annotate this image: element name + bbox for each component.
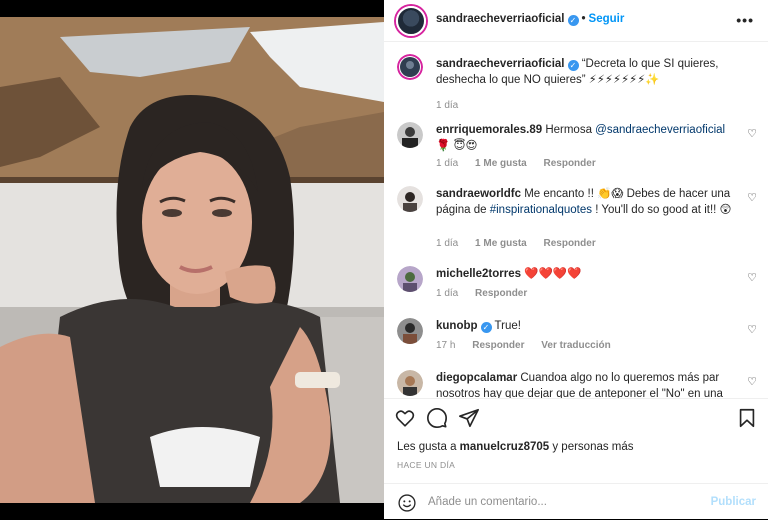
likes-prefix: Les gusta a [397,441,460,453]
comment-emoji: 🌹 😇😍 [436,140,478,152]
comments-list[interactable]: sandraecheverriaoficial ✓ “Decreta lo que… [384,42,768,398]
comment-meta: 1 día 1 Me gusta Responder [436,158,610,169]
post-timestamp[interactable]: HACE UN DÍA [397,460,455,470]
caption-username[interactable]: sandraecheverriaoficial [436,58,565,70]
post-header: sandraecheverriaoficial ✓ • Seguir ••• [384,0,768,42]
comment-time[interactable]: 1 día [436,158,458,169]
comment-like-heart-icon[interactable]: ♡ [746,324,758,336]
comment-input[interactable]: Añade un comentario... [428,496,547,508]
separator-dot: • [581,13,586,25]
comment-text: Hermosa [545,124,596,136]
likes-suffix: y personas más [549,441,634,453]
comment-username[interactable]: michelle2torres [436,268,521,280]
save-bookmark-icon[interactable] [736,407,758,429]
add-comment-bar: Añade un comentario... Publicar [384,483,768,520]
comment-avatar-image [397,266,423,292]
share-direct-icon[interactable] [458,407,480,429]
comment-username[interactable]: enrriquemorales.89 [436,124,542,136]
author-avatar[interactable] [396,6,426,36]
comment-like-heart-icon[interactable]: ♡ [746,272,758,284]
comment-text-end: ! You'll do so good at it!! 😲 [592,204,732,216]
comment-username[interactable]: sandraeworldfc [436,188,521,200]
comment-like-heart-icon[interactable]: ♡ [746,192,758,204]
comment-username[interactable]: kunobp [436,320,478,332]
comment-time[interactable]: 1 día [436,238,458,249]
comment-avatar-image [397,318,423,344]
comment-meta: 1 día Responder [436,288,541,299]
comment-like-heart-icon[interactable]: ♡ [746,376,758,388]
caption-body: sandraecheverriaoficial ✓ “Decreta lo que… [436,56,736,88]
likes-summary[interactable]: Les gusta a manuelcruz8705 y personas má… [397,441,634,453]
verified-badge-icon: ✓ [567,15,579,26]
caption-avatar-image [397,54,423,80]
comment-hearts: ❤️❤️❤️❤️ [524,268,582,280]
comment-avatar[interactable] [397,266,423,292]
comment-time[interactable]: 17 h [436,340,455,351]
comment-mention-link[interactable]: @sandraecheverriaoficial [595,124,725,136]
follow-button[interactable]: Seguir [589,13,625,25]
comment-likes-count[interactable]: 1 Me gusta [475,238,527,249]
post-side-panel: sandraecheverriaoficial ✓ • Seguir ••• sand… [384,0,768,519]
comment-body: diegopcalamar Cuandoa algo no lo queremo… [436,370,736,398]
comment-body: kunobp ✓ True! [436,318,736,334]
comment-hashtag-link[interactable]: #inspirationalquotes [490,204,592,216]
emoji-picker-icon[interactable] [397,493,417,513]
comment-likes-count[interactable]: 1 Me gusta [475,158,527,169]
caption-meta: 1 día [436,100,472,111]
comment-avatar[interactable] [397,186,423,212]
comment-body: sandraeworldfc Me encanto !! 👏😱 Debes de… [436,186,736,218]
header-user-line: sandraecheverriaoficial ✓ • Seguir [436,13,624,26]
comment-reply-button[interactable]: Responder [544,158,596,169]
publish-button[interactable]: Publicar [711,496,756,508]
comment-verified-icon: ✓ [480,322,492,333]
comment-avatar-image [397,370,423,396]
likes-user-link[interactable]: manuelcruz8705 [460,441,550,453]
comment-time[interactable]: 1 día [436,288,458,299]
comment-avatar-image [397,122,423,148]
comment-meta: 1 día 1 Me gusta Responder [436,238,610,249]
comment-username[interactable]: diegopcalamar [436,372,517,384]
comment-bubble-icon[interactable] [426,407,448,429]
comment-avatar-image [397,186,423,212]
comment-reply-button[interactable]: Responder [475,288,527,299]
post-photo[interactable] [0,17,384,503]
comment-avatar[interactable] [397,370,423,396]
comment-meta: 17 h Responder Ver traducción [436,340,625,351]
caption-time[interactable]: 1 día [436,100,458,111]
post-modal: sandraecheverriaoficial ✓ • Seguir ••• sand… [0,0,768,519]
post-actions: Les gusta a manuelcruz8705 y personas má… [384,398,768,520]
more-options-icon[interactable]: ••• [736,12,754,28]
photo-illustration [0,17,384,503]
author-username[interactable]: sandraecheverriaoficial [436,13,565,25]
comment-body: enrriquemorales.89 Hermosa @sandraecheve… [436,122,736,154]
comment-avatar[interactable] [397,318,423,344]
caption-avatar[interactable] [397,54,423,80]
comment-reply-button[interactable]: Responder [472,340,524,351]
comment-translate-button[interactable]: Ver traducción [541,340,610,351]
comment-like-heart-icon[interactable]: ♡ [746,128,758,140]
comment-avatar[interactable] [397,122,423,148]
like-heart-icon[interactable] [394,407,416,429]
comment-reply-button[interactable]: Responder [544,238,596,249]
comment-body: michelle2torres ❤️❤️❤️❤️ [436,266,736,282]
comment-text: True! [494,320,521,332]
caption-verified-icon: ✓ [567,60,579,71]
